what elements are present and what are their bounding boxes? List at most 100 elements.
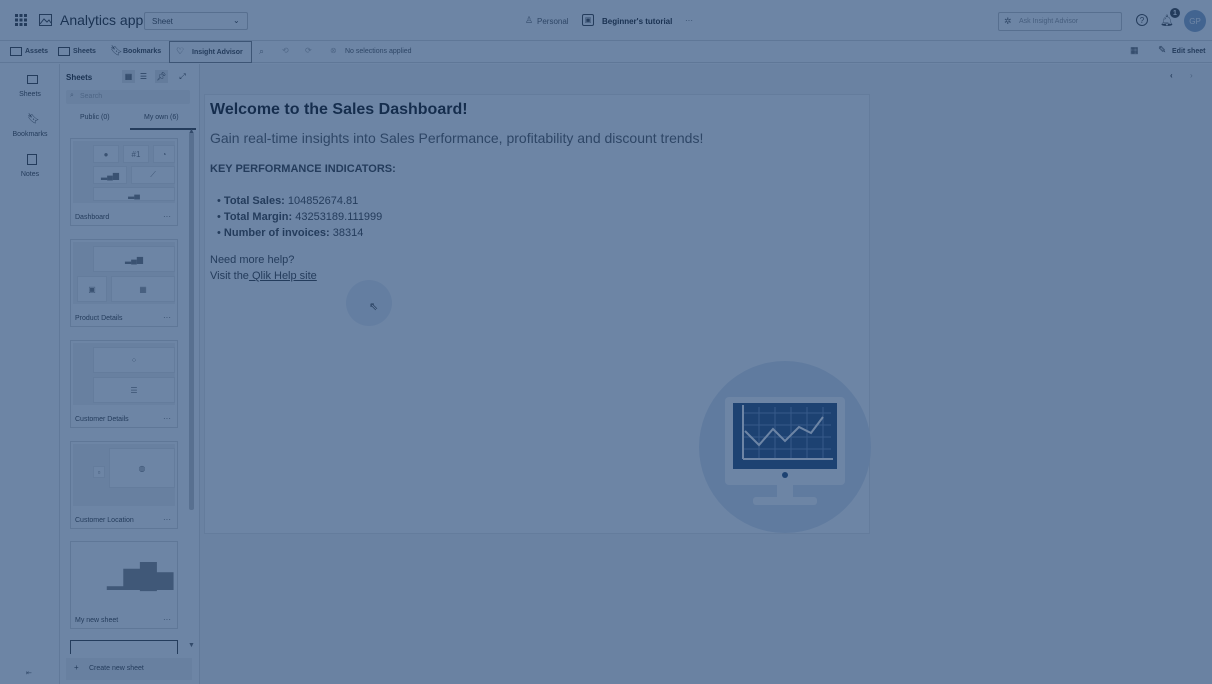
sheet-title: Dashboard [75, 214, 110, 221]
ask-insight-advisor-input[interactable]: ✲ Ask Insight Advisor [998, 12, 1122, 31]
pencil-icon: ✎ [1158, 45, 1167, 56]
kpi-icon: ▣ [77, 276, 107, 302]
step-forward-icon[interactable]: ⟳ [305, 46, 312, 55]
insight-advisor-button[interactable]: ♡ Insight Advisor [169, 41, 252, 63]
collapse-rail-icon[interactable]: ⇤ [26, 669, 32, 677]
tutorial-icon: ▣ [582, 14, 594, 26]
rail-item-bookmarks[interactable]: 🔖︎ Bookmarks [0, 112, 60, 146]
sheet-search-input[interactable]: ⌕ Search [66, 90, 190, 104]
table-icon: ☰ [93, 377, 175, 403]
more-options-icon[interactable]: ··· [685, 16, 693, 25]
sheet-title: My new sheet [75, 617, 119, 624]
sheet-thumb-my-new-sheet[interactable]: ▁▆█▅ My new sheet ··· [70, 541, 178, 629]
person-icon: ♙ [524, 14, 534, 25]
bar-chart-icon: ▁▆█▅ [107, 563, 173, 590]
text-image-object[interactable]: Welcome to the Sales Dashboard! Gain rea… [204, 94, 871, 534]
assets-button[interactable]: Assets [25, 48, 48, 55]
more-options-icon[interactable]: ··· [163, 515, 171, 524]
rail-sheets-label: Sheets [19, 91, 41, 98]
space-label[interactable]: Personal [537, 17, 569, 26]
rail-item-notes[interactable]: Notes [0, 152, 60, 186]
bar-chart-icon: ▂▄▆ [93, 246, 175, 272]
table-icon: ▦ [111, 276, 175, 302]
app-menu-icon[interactable] [14, 13, 28, 27]
clear-selections-icon[interactable]: ⊗ [330, 46, 337, 55]
grid-view-icon[interactable]: ▦ [122, 70, 135, 83]
help-icon[interactable]: ? [1136, 14, 1148, 26]
kpi-total-sales: • Total Sales: 104852674.81 [217, 195, 359, 207]
tutorial-label[interactable]: Beginner's tutorial [602, 17, 672, 26]
top-bar: Analytics app Sheet ⌄ ♙ Personal ▣ Begin… [0, 0, 1212, 41]
sheet-title: Product Details [75, 315, 123, 322]
app-title[interactable]: Analytics app [60, 12, 143, 28]
sheet-canvas: ‹ › Welcome to the Sales Dashboard! Gain… [200, 64, 1212, 684]
edit-sheet-button[interactable]: Edit sheet [1172, 48, 1205, 55]
next-sheet-icon[interactable]: › [1190, 71, 1193, 80]
avatar[interactable]: GP [1184, 10, 1206, 32]
notes-icon [27, 154, 37, 165]
sheets-button[interactable]: Sheets [73, 48, 96, 55]
insight-advisor-label: Insight Advisor [192, 49, 243, 56]
kpi-number-of-invoices: • Number of invoices: 38314 [217, 227, 364, 239]
list-view-icon[interactable]: ☰ [137, 70, 150, 83]
kpi-value: 104852674.81 [287, 195, 359, 207]
scroll-down-icon[interactable]: ▼ [188, 642, 195, 649]
pin-icon[interactable]: 📌︎ [155, 70, 168, 83]
filter-icon: ▫ [93, 466, 105, 478]
app-image-icon [38, 13, 52, 27]
sheet-thumb-partial[interactable] [70, 640, 178, 654]
sheet-thumb-customer-location[interactable]: ▫ ◍ Customer Location ··· [70, 441, 178, 529]
sheet-list-scrollbar[interactable] [189, 132, 194, 510]
qlik-help-link[interactable]: Qlik Help site [249, 270, 317, 282]
sheet-search-placeholder: Search [80, 93, 103, 100]
welcome-heading: Welcome to the Sales Dashboard! [210, 101, 468, 118]
smart-search-icon[interactable]: ⌕ [259, 46, 264, 57]
sheet-title: Customer Details [75, 416, 129, 423]
toolbar: Assets Sheets 🔖︎ Bookmarks ♡ Insight Adv… [0, 41, 1212, 63]
kpi-total-margin: • Total Margin: 43253189.111999 [217, 211, 383, 223]
notification-badge: 1 [1170, 8, 1180, 18]
bookmarks-button[interactable]: Bookmarks [123, 48, 161, 55]
step-back-icon[interactable]: ⟲ [282, 46, 289, 55]
create-new-sheet-button[interactable]: + Create new sheet [66, 658, 192, 680]
more-options-icon[interactable]: ··· [163, 313, 171, 322]
welcome-subheading: Gain real-time insights into Sales Perfo… [210, 130, 704, 146]
grid-layout-icon[interactable]: ▦ [1130, 45, 1139, 56]
gauge-icon: ◔ [153, 145, 175, 163]
sheets-icon [27, 75, 38, 84]
insight-icon: ✲ [1004, 16, 1012, 26]
monitor-chart-illustration [699, 361, 871, 533]
no-selections-text: No selections applied [345, 48, 412, 55]
sheet-thumb-customer-details[interactable]: ⁘ ☰ Customer Details ··· [70, 340, 178, 428]
more-options-icon[interactable]: ··· [163, 414, 171, 423]
sheet-panel-title: Sheets [66, 73, 93, 82]
bookmark-icon: 🔖︎ [27, 114, 40, 125]
more-options-icon[interactable]: ··· [163, 212, 171, 221]
sheet-preview: ▫ ◍ [73, 444, 175, 506]
previous-sheet-icon[interactable]: ‹ [1170, 71, 1173, 80]
ask-insight-placeholder: Ask Insight Advisor [1019, 18, 1079, 25]
kpi-heading: KEY PERFORMANCE INDICATORS: [210, 163, 396, 175]
sheet-panel: Sheets ▦ ☰ 📌︎ ⤢ ⌕ Search Public (0) My o… [60, 64, 200, 684]
bookmark-icon: 🔖︎ [110, 46, 123, 57]
scroll-up-icon[interactable]: ▲ [188, 128, 195, 135]
line-chart-icon: ⟋ [131, 166, 175, 184]
sheet-thumb-dashboard[interactable]: ● #1 ◔ ▂▄▆ ⟋ ▂▄ Dashboard ··· [70, 138, 178, 226]
expand-icon[interactable]: ⤢ [176, 70, 189, 83]
sheet-thumb-product-details[interactable]: ▂▄▆ ▣ ▦ Product Details ··· [70, 239, 178, 327]
tab-my-own[interactable]: My own (6) [144, 114, 179, 121]
rail-bookmarks-label: Bookmarks [12, 131, 48, 138]
tab-public[interactable]: Public (0) [80, 114, 110, 121]
rail-notes-label: Notes [20, 171, 40, 178]
sheet-preview: ⁘ ☰ [73, 343, 175, 405]
sheet-select[interactable]: Sheet ⌄ [144, 12, 248, 30]
plus-icon: + [74, 663, 79, 672]
help-line: Need more help? [210, 254, 295, 266]
help-visit-line: Visit the Qlik Help site [210, 270, 317, 282]
more-options-icon[interactable]: ··· [163, 615, 171, 624]
kpi-value: 43253189.111999 [295, 211, 383, 223]
bar-chart-icon: ▂▄▆ [93, 166, 127, 184]
kpi-value: 38314 [332, 227, 364, 239]
rail-item-sheets[interactable]: Sheets [0, 72, 60, 106]
monitor-icon [725, 397, 845, 505]
